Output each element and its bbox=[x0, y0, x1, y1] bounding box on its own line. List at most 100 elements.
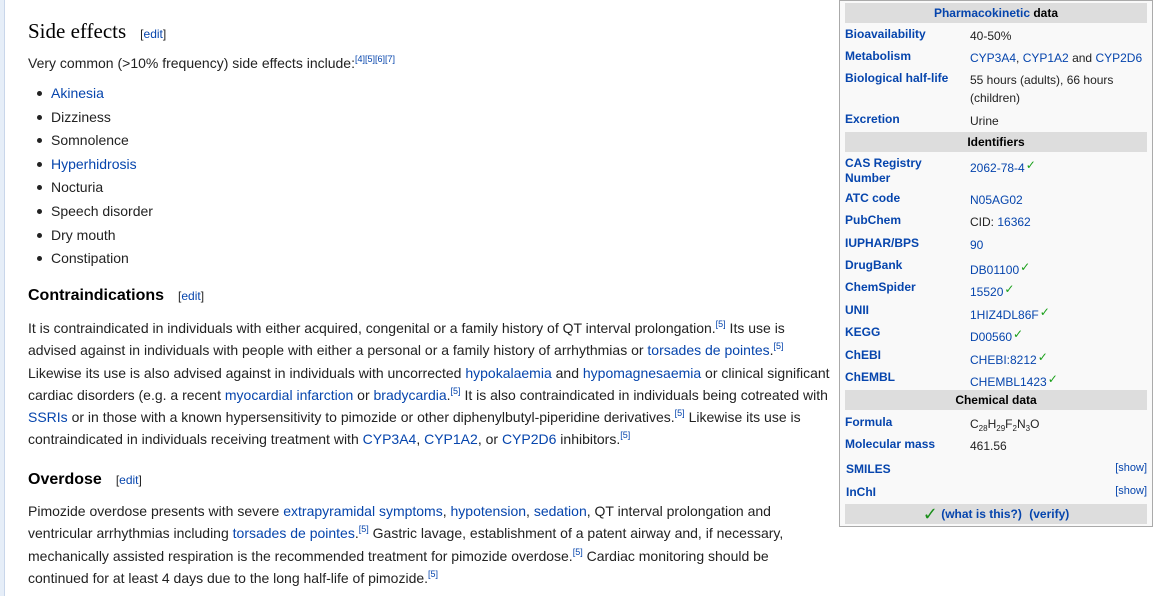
cyp1a2-link[interactable]: CYP1A2 bbox=[1023, 51, 1069, 65]
verify-link[interactable]: (verify) bbox=[1029, 507, 1069, 521]
left-page-border bbox=[0, 0, 5, 596]
unii-value-link[interactable]: 1HIZ4DL86F bbox=[970, 308, 1039, 322]
list-item: Dizziness bbox=[28, 107, 153, 131]
smiles-show-toggle[interactable]: [show] bbox=[1115, 462, 1147, 474]
hypokalaemia-link[interactable]: hypokalaemia bbox=[465, 365, 551, 381]
contraindications-paragraph: It is contraindicated in individuals wit… bbox=[28, 319, 830, 448]
atc-link[interactable]: ATC code bbox=[845, 191, 963, 206]
pubchem-value-link[interactable]: 16362 bbox=[997, 215, 1030, 229]
chebi-value-link[interactable]: CHEBI:8212 bbox=[970, 353, 1037, 367]
cyp2d6-link[interactable]: CYP2D6 bbox=[502, 431, 556, 447]
bioavailability-link[interactable]: Bioavailability bbox=[845, 27, 963, 42]
cyp3a4-link[interactable]: CYP3A4 bbox=[970, 51, 1016, 65]
side-effects-intro: Very common (>10% frequency) side effect… bbox=[28, 54, 396, 72]
ref-5[interactable]: [5] bbox=[620, 430, 630, 440]
metabolism-link[interactable]: Metabolism bbox=[845, 49, 963, 64]
contraindications-edit: [edit] bbox=[178, 289, 205, 303]
contraindications-edit-link[interactable]: edit bbox=[181, 289, 200, 303]
ref-5[interactable]: [5] bbox=[774, 341, 784, 351]
bullet-icon bbox=[37, 138, 42, 144]
torsades-link[interactable]: torsades de pointes bbox=[233, 525, 355, 541]
pharmacokinetic-header: Pharmacokinetic data bbox=[845, 3, 1147, 23]
contraindications-heading: Contraindications [edit] bbox=[28, 287, 204, 305]
side-effects-edit-link[interactable]: edit bbox=[144, 27, 163, 41]
akinesia-link[interactable]: Akinesia bbox=[51, 85, 104, 101]
bullet-icon bbox=[37, 114, 42, 120]
excretion-link[interactable]: Excretion bbox=[845, 112, 963, 127]
ref-5[interactable]: [5] bbox=[451, 386, 461, 396]
ref-4[interactable]: [4] bbox=[355, 54, 365, 64]
inchi-show-toggle[interactable]: [show] bbox=[1115, 485, 1147, 497]
myocardial-infarction-link[interactable]: myocardial infarction bbox=[225, 387, 353, 403]
pubchem-link[interactable]: PubChem bbox=[845, 213, 963, 228]
kegg-value-link[interactable]: D00560 bbox=[970, 330, 1012, 344]
contraindications-title: Contraindications bbox=[28, 287, 165, 304]
list-item: Speech disorder bbox=[28, 201, 153, 225]
list-item: Nocturia bbox=[28, 177, 153, 201]
bradycardia-link[interactable]: bradycardia bbox=[374, 387, 447, 403]
extrapyramidal-symptoms-link[interactable]: extrapyramidal symptoms bbox=[283, 503, 443, 519]
chemspider-value-link[interactable]: 15520 bbox=[970, 285, 1003, 299]
side-effects-edit: [edit] bbox=[140, 27, 167, 41]
check-icon: ✓ bbox=[1013, 327, 1024, 341]
check-icon: ✓ bbox=[1039, 305, 1050, 319]
hyperhidrosis-link[interactable]: Hyperhidrosis bbox=[51, 156, 137, 172]
overdose-edit: [edit] bbox=[115, 473, 142, 487]
hypotension-link[interactable]: hypotension bbox=[451, 503, 527, 519]
ref-6[interactable]: [6] bbox=[375, 54, 385, 64]
cas-value-link[interactable]: 2062-78-4 bbox=[970, 161, 1025, 175]
overdose-paragraph-part1: Pimozide overdose presents with severe e… bbox=[28, 503, 784, 586]
bullet-icon bbox=[37, 256, 42, 262]
drugbank-link[interactable]: DrugBank bbox=[845, 258, 963, 273]
list-item: Somnolence bbox=[28, 130, 153, 154]
iuphar-link[interactable]: IUPHAR/BPS bbox=[845, 236, 963, 251]
drugbox-infobox: Pharmacokinetic data Bioavailability 40-… bbox=[839, 0, 1153, 527]
check-icon: ✓ bbox=[1004, 282, 1015, 296]
list-item: Dry mouth bbox=[28, 225, 153, 249]
ref-5[interactable]: [5] bbox=[365, 54, 375, 64]
ref-5[interactable]: [5] bbox=[428, 569, 438, 579]
what-is-this-link[interactable]: (what is this?) bbox=[941, 507, 1022, 521]
formula-link[interactable]: Formula bbox=[845, 415, 963, 430]
drugbank-value-link[interactable]: DB01100 bbox=[970, 263, 1019, 277]
list-item: Hyperhidrosis bbox=[28, 154, 153, 178]
ref-5[interactable]: [5] bbox=[675, 408, 685, 418]
chemical-data-header: Chemical data bbox=[845, 390, 1147, 410]
ref-5[interactable]: [5] bbox=[716, 319, 726, 329]
ref-5[interactable]: [5] bbox=[359, 524, 369, 534]
bullet-icon bbox=[37, 232, 42, 238]
sedation-link[interactable]: sedation bbox=[534, 503, 587, 519]
mass-link[interactable]: Molecular mass bbox=[845, 437, 963, 452]
verified-check-icon: ✓ bbox=[922, 504, 938, 524]
kegg-link[interactable]: KEGG bbox=[845, 325, 963, 340]
check-icon: ✓ bbox=[1020, 260, 1031, 274]
identifiers-header: Identifiers bbox=[845, 132, 1147, 152]
ref-7[interactable]: [7] bbox=[385, 54, 395, 64]
cyp2d6-link[interactable]: CYP2D6 bbox=[1095, 51, 1142, 65]
torsades-link[interactable]: torsades de pointes bbox=[647, 342, 769, 358]
bullet-icon bbox=[37, 185, 42, 191]
ssris-link[interactable]: SSRIs bbox=[28, 409, 68, 425]
iuphar-value-link[interactable]: 90 bbox=[970, 238, 983, 252]
chembl-value-link[interactable]: CHEMBL1423 bbox=[970, 375, 1047, 389]
chebi-link[interactable]: ChEBI bbox=[845, 348, 963, 363]
pharmacokinetic-link[interactable]: Pharmacokinetic bbox=[934, 6, 1030, 20]
cyp3a4-link[interactable]: CYP3A4 bbox=[363, 431, 417, 447]
ref-5[interactable]: [5] bbox=[573, 547, 583, 557]
overdose-edit-link[interactable]: edit bbox=[119, 473, 138, 487]
halflife-link[interactable]: Biological half-life bbox=[845, 71, 963, 86]
unii-link[interactable]: UNII bbox=[845, 303, 963, 318]
inchi-link[interactable]: InChI bbox=[846, 485, 964, 500]
smiles-link[interactable]: SMILES bbox=[846, 462, 964, 477]
chemspider-link[interactable]: ChemSpider bbox=[845, 280, 963, 295]
cyp1a2-link[interactable]: CYP1A2 bbox=[424, 431, 478, 447]
check-icon: ✓ bbox=[1037, 350, 1048, 364]
atc-value-link[interactable]: N05AG02 bbox=[970, 193, 1023, 207]
check-icon: ✓ bbox=[1047, 372, 1058, 386]
side-effects-heading: Side effects [edit] bbox=[28, 19, 166, 44]
chembl-link[interactable]: ChEMBL bbox=[845, 370, 963, 385]
bullet-icon bbox=[37, 208, 42, 214]
list-item: Constipation bbox=[28, 248, 153, 272]
cas-link[interactable]: CAS Registry Number bbox=[845, 156, 963, 186]
hypomagnesaemia-link[interactable]: hypomagnesaemia bbox=[583, 365, 701, 381]
